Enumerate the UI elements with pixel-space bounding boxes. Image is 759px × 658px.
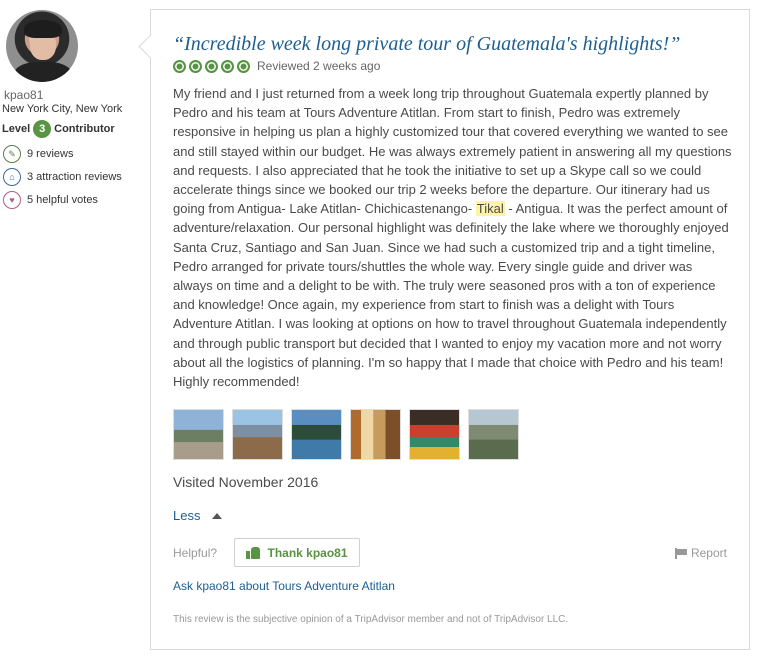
flag-icon — [674, 547, 687, 559]
avatar[interactable] — [6, 10, 78, 82]
rating-bubble-icon — [189, 59, 202, 73]
review-photos — [173, 409, 519, 460]
review-rating: Reviewed 2 weeks ago — [173, 59, 380, 73]
member-location: New York City, New York — [2, 103, 123, 115]
level-label: Level — [2, 123, 31, 135]
review-photo[interactable] — [409, 409, 460, 460]
review-photo[interactable] — [232, 409, 283, 460]
highlighted-term: Tikal — [475, 201, 505, 217]
reviewed-date: Reviewed 2 weeks ago — [257, 59, 381, 73]
helpful-vote-icon: ♥ — [3, 191, 21, 209]
review-photo[interactable] — [291, 409, 342, 460]
review-text-2: - Antigua. It was the perfect amount of … — [173, 201, 729, 390]
thank-button[interactable]: Thank kpao81 — [234, 538, 360, 567]
caret-up-icon — [212, 512, 223, 519]
review-icon: ✎ — [3, 145, 21, 163]
level-badge: 3 — [33, 120, 52, 138]
review-photo[interactable] — [173, 409, 224, 460]
stat-attraction-text: 3 attraction reviews — [27, 171, 122, 183]
ask-member-link[interactable]: Ask kpao81 about Tours Adventure Atitlan — [173, 579, 395, 593]
report-link[interactable]: Report — [674, 546, 727, 560]
stat-helpful-text: 5 helpful votes — [27, 194, 98, 206]
disclaimer: This review is the subjective opinion of… — [173, 614, 569, 625]
stat-reviews[interactable]: ✎ 9 reviews — [3, 145, 73, 163]
less-label: Less — [173, 508, 201, 523]
review-body: My friend and I just returned from a wee… — [173, 84, 733, 391]
visited-date: Visited November 2016 — [173, 474, 319, 490]
rating-bubble-icon — [237, 59, 250, 73]
rating-bubble-icon — [221, 59, 234, 73]
thumbs-up-icon — [246, 546, 261, 559]
attraction-icon: ⌂ — [3, 168, 21, 186]
report-label: Report — [690, 546, 727, 560]
rating-bubble-icon — [173, 59, 186, 73]
less-toggle[interactable]: Less — [173, 508, 223, 523]
helpful-label: Helpful? — [173, 546, 218, 560]
review-card: “Incredible week long private tour of Gu… — [150, 9, 750, 650]
review-photo[interactable] — [350, 409, 401, 460]
review-title[interactable]: “Incredible week long private tour of Gu… — [173, 33, 680, 56]
review-photo[interactable] — [468, 409, 519, 460]
stat-reviews-text: 9 reviews — [27, 148, 74, 160]
rating-bubble-icon — [205, 59, 218, 73]
stat-helpful-votes[interactable]: ♥ 5 helpful votes — [3, 191, 98, 209]
review-text-1: My friend and I just returned from a wee… — [173, 86, 732, 217]
member-level: Level 3 Contributor — [2, 120, 115, 138]
stat-attraction-reviews[interactable]: ⌂ 3 attraction reviews — [3, 168, 122, 186]
thank-label: Thank kpao81 — [267, 545, 348, 560]
member-username[interactable]: kpao81 — [4, 88, 43, 102]
level-title: Contributor — [54, 123, 115, 135]
